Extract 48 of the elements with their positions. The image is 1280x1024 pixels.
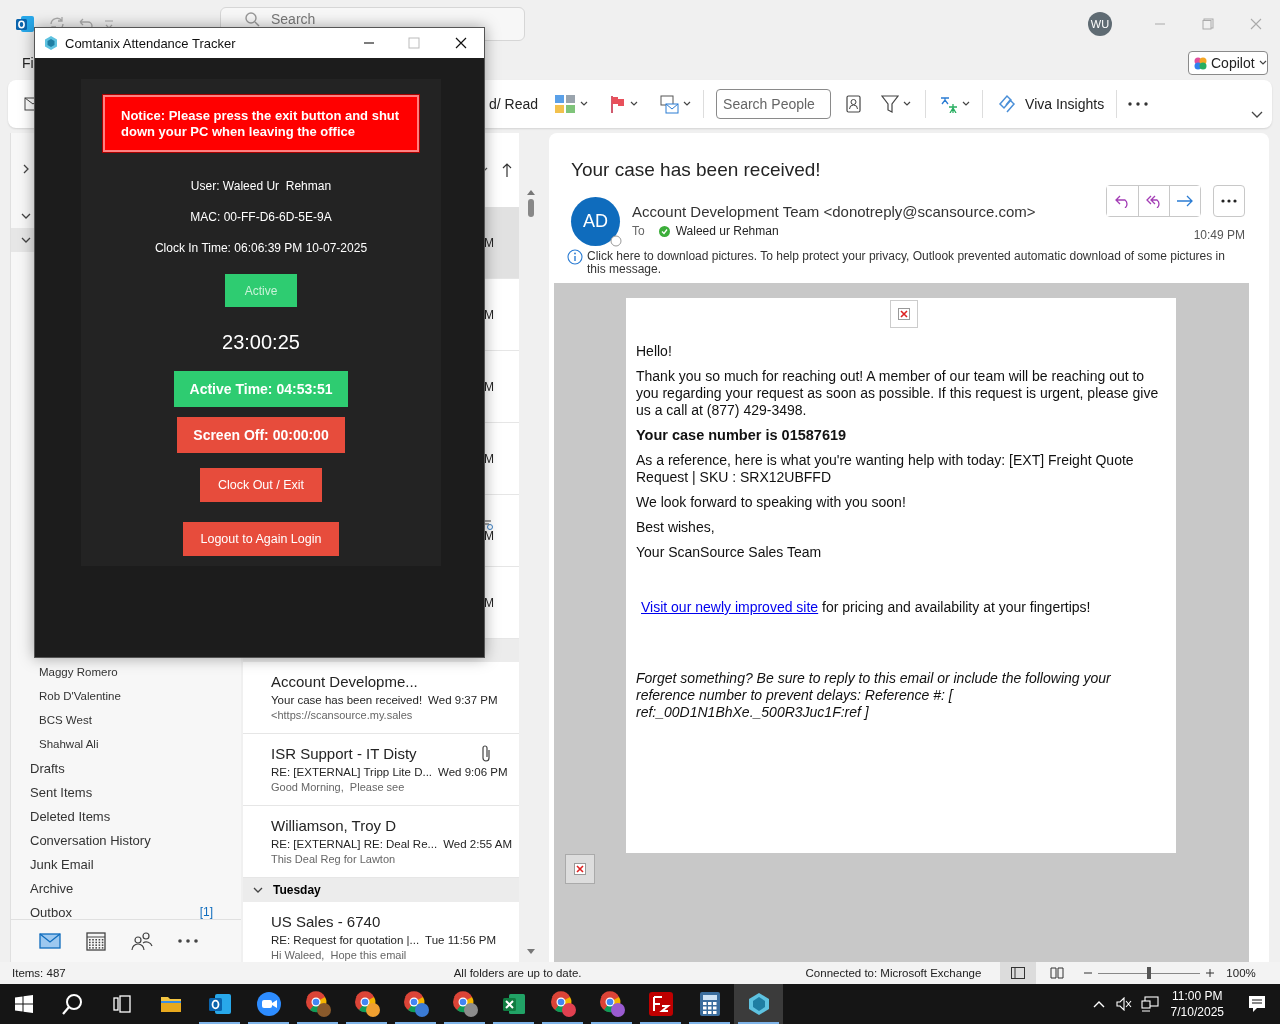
sender-avatar: AD xyxy=(571,197,620,246)
paragraph: We look forward to speaking with you soon! xyxy=(636,494,907,511)
paragraph: Visit our newly improved site for pricing and availability at your fingertips! xyxy=(640,599,1092,616)
mac-label: MAC: 00-FF-D6-6D-5E-9A xyxy=(190,210,332,224)
message-subject: RE: [EXTERNAL] Tripp Lite D... xyxy=(271,765,433,780)
paragraph: Forget something? Be sure to reply to this email or include the following your reference number to prevent delays: Reference #: [ ref:_00D1N1BhXe._500R3Juc1F:ref ] xyxy=(636,670,1112,721)
message-time: Tue 11:56 PM xyxy=(425,933,497,948)
time-counter: Screen Off: 00:00:00 xyxy=(177,417,345,453)
message-preview: This Deal Reg for Lawton xyxy=(271,852,397,867)
notice-banner: Notice: Please press the exit button and shut down your PC when leaving the office xyxy=(103,95,419,152)
message-time: M xyxy=(484,451,494,466)
message-time: Wed 2:55 AM xyxy=(443,837,512,852)
paragraph: Hello! xyxy=(636,343,673,360)
message-preview: Good Morning, Please see xyxy=(271,780,406,795)
message-time: M xyxy=(484,307,494,322)
clock-in-label: Clock In Time: 06:06:39 PM 10-07-2025 xyxy=(154,241,368,255)
message-subject: RE: [EXTERNAL] RE: Deal Re... xyxy=(271,837,438,852)
zoom-level: 100% xyxy=(1226,967,1256,979)
message-time: M xyxy=(484,235,494,250)
paragraph: Best wishes, xyxy=(636,519,716,536)
message-time: M xyxy=(484,595,494,610)
item-count: Items: 487 xyxy=(12,967,66,979)
message-time: M xyxy=(484,379,494,394)
user-label: User: Waleed Ur Rehman xyxy=(190,179,332,193)
connection-status: Connected to: Microsoft Exchange xyxy=(805,967,982,979)
to-label: To xyxy=(632,224,645,238)
message-sender: Account Developme... xyxy=(271,672,419,692)
message-time: Wed 9:37 PM xyxy=(428,693,498,708)
time-counter: Active Time: 04:53:51 xyxy=(173,371,349,407)
message-subject: RE: Request for quotation |... xyxy=(271,933,420,948)
message-subject: Your case has been received! xyxy=(271,693,423,708)
email-time: 10:49 PM xyxy=(1193,228,1245,242)
message-preview: <https://scansource.my.sales xyxy=(271,708,414,723)
status-indicator: Active xyxy=(225,274,297,307)
message-sender: ISR Support - IT Disty xyxy=(271,744,418,764)
email-subject: Your case has been received! xyxy=(571,159,822,181)
message-sender: US Sales - 6740 xyxy=(271,912,382,932)
paragraph: Your ScanSource Sales Team xyxy=(636,544,823,561)
message-time: Wed 9:06 PM xyxy=(438,765,508,780)
sync-status: All folders are up to date. xyxy=(453,967,582,979)
timer: 23:00:25 xyxy=(222,330,300,354)
message-sender: Williamson, Troy D xyxy=(271,816,398,836)
message-time: M xyxy=(484,528,494,543)
sender-name: Account Development Team <donotreply@scansource.com> xyxy=(632,203,1037,220)
case-number: Your case number is 01587619 xyxy=(636,427,848,444)
paragraph: Thank you so much for reaching out! A member of our team will be reaching out to you regarding your request as soon as possible. If this request is urgent, please give us a call at (877) 429-3498. xyxy=(636,368,1160,419)
message-preview: Hi Waleed, Hope this email xyxy=(271,948,408,962)
paragraph: As a reference, here is what you're wanting help with today: [EXT] Freight Quote Request | SKU : SRX12UBFFD xyxy=(636,452,1135,486)
